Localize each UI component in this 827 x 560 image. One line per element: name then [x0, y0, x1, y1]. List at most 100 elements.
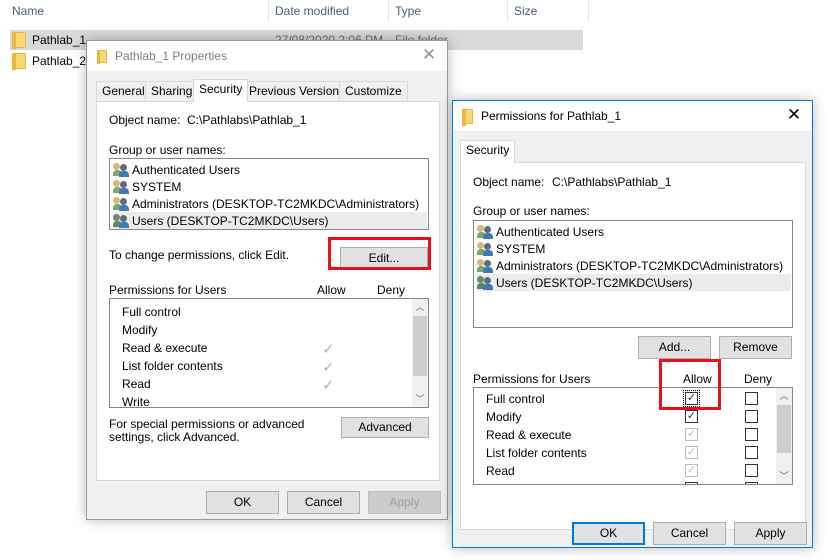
properties-titlebar[interactable]: Pathlab_1 Properties ✕ [87, 41, 447, 71]
advanced-hint: For special permissions or advanced sett… [109, 417, 305, 444]
scroll-up-icon[interactable]: ︿ [412, 299, 428, 315]
users-icon [477, 224, 493, 239]
deny-checkbox-read-execute[interactable] [745, 428, 758, 441]
folder-icon [12, 53, 26, 70]
remove-button[interactable]: Remove [719, 336, 792, 359]
user-item[interactable]: SYSTEM [113, 178, 181, 195]
users-icon [113, 162, 129, 177]
highlight-allow-full-control [659, 359, 721, 410]
add-button[interactable]: Add... [638, 336, 711, 359]
permissions-scrollbar[interactable]: ︿ ﹀ [776, 388, 792, 484]
column-size[interactable]: Size [514, 4, 537, 18]
column-type[interactable]: Type [395, 4, 421, 18]
permissions-for-label: Permissions for Users [109, 283, 227, 297]
folder-icon [462, 108, 473, 126]
user-name: Users (DESKTOP-TC2MKDC\Users) [496, 275, 693, 290]
folder-icon [97, 49, 107, 64]
column-divider[interactable] [507, 0, 508, 22]
deny-checkbox-read[interactable] [745, 464, 758, 477]
user-item-selected[interactable]: Users (DESKTOP-TC2MKDC\Users) [477, 274, 791, 291]
permission-row: List folder contents [486, 446, 587, 460]
ok-button[interactable]: OK [572, 522, 645, 545]
tab-security[interactable]: Security [193, 79, 249, 102]
close-icon[interactable]: ✕ [786, 106, 802, 123]
tab-previous-versions[interactable]: Previous Versions [243, 81, 352, 102]
properties-dialog: Pathlab_1 Properties ✕ General Sharing S… [86, 40, 448, 520]
allow-checkbox-modify[interactable]: ✓ [685, 410, 698, 423]
users-icon [113, 196, 129, 211]
user-name: SYSTEM [496, 241, 546, 256]
user-item[interactable]: Administrators (DESKTOP-TC2MKDC\Administ… [477, 257, 783, 274]
apply-button[interactable]: Apply [368, 491, 441, 514]
allow-check-icon: ✓ [322, 377, 335, 394]
user-name: Administrators (DESKTOP-TC2MKDC\Administ… [132, 196, 420, 211]
permissions-scrollbar[interactable]: ︿ ﹀ [412, 299, 428, 407]
user-name: Authenticated Users [132, 162, 241, 177]
users-icon [477, 241, 493, 256]
permission-row: Full control [122, 305, 181, 319]
scroll-thumb[interactable] [777, 405, 791, 453]
apply-button[interactable]: Apply [734, 522, 807, 545]
explorer-column-header: Name Date modified Type Size [0, 0, 600, 26]
permission-row: Read & execute [122, 341, 208, 355]
column-divider[interactable] [588, 0, 589, 22]
object-name-value: C:\Pathlabs\Pathlab_1 [552, 175, 672, 189]
security-panel: Object name: C:\Pathlabs\Pathlab_1 Group… [96, 101, 440, 481]
permissions-dialog: Permissions for Pathlab_1 ✕ Security Obj… [452, 100, 813, 548]
file-name: Pathlab_1 [32, 33, 87, 47]
allow-checkbox-write[interactable] [685, 482, 698, 484]
users-icon [477, 258, 493, 273]
scroll-thumb[interactable] [413, 316, 427, 376]
user-list[interactable]: Authenticated Users SYSTEM Administrator… [109, 158, 429, 230]
tab-general[interactable]: General [96, 81, 151, 102]
group-names-label: Group or user names: [473, 204, 590, 218]
permissions-list: Full control Modify Read & execute List … [473, 387, 793, 485]
close-icon[interactable]: ✕ [421, 46, 437, 63]
scroll-down-icon[interactable]: ﹀ [412, 391, 428, 407]
permission-row: Full control [486, 392, 545, 406]
user-item[interactable]: SYSTEM [477, 240, 545, 257]
column-name[interactable]: Name [12, 4, 44, 18]
permissions-titlebar[interactable]: Permissions for Pathlab_1 ✕ [453, 101, 812, 131]
folder-icon [12, 32, 26, 49]
scroll-up-icon[interactable]: ︿ [776, 388, 792, 404]
deny-checkbox-modify[interactable] [745, 410, 758, 423]
user-name: Authenticated Users [496, 224, 605, 239]
security-panel: Object name: C:\Pathlabs\Pathlab_1 Group… [460, 162, 806, 530]
tab-sharing[interactable]: Sharing [145, 81, 199, 102]
user-item-selected[interactable]: Users (DESKTOP-TC2MKDC\Users) [113, 212, 427, 229]
dialog-title: Pathlab_1 Properties [115, 49, 228, 63]
permission-row: List folder contents [122, 359, 223, 373]
user-name: SYSTEM [132, 179, 182, 194]
tab-customize[interactable]: Customize [339, 81, 408, 102]
permissions-list: Full control Modify Read & execute List … [109, 298, 429, 409]
user-item[interactable]: Authenticated Users [113, 161, 240, 178]
column-divider[interactable] [268, 0, 269, 22]
allow-checkbox-read[interactable]: ✓ [685, 464, 698, 477]
scroll-down-icon[interactable]: ﹀ [776, 468, 792, 484]
deny-checkbox-write[interactable] [745, 482, 758, 484]
object-name-label: Object name: [109, 113, 181, 127]
file-name: Pathlab_2 [32, 54, 87, 68]
advanced-button[interactable]: Advanced [341, 417, 429, 438]
deny-checkbox-list-folder[interactable] [745, 446, 758, 459]
tab-security[interactable]: Security [460, 140, 516, 163]
user-list[interactable]: Authenticated Users SYSTEM Administrator… [473, 220, 793, 328]
cancel-button[interactable]: Cancel [653, 522, 726, 545]
user-item[interactable]: Administrators (DESKTOP-TC2MKDC\Administ… [113, 195, 419, 212]
column-divider[interactable] [388, 0, 389, 22]
deny-header: Deny [377, 283, 406, 297]
deny-checkbox-full-control[interactable] [745, 392, 758, 405]
allow-checkbox-read-execute[interactable]: ✓ [685, 428, 698, 441]
file-row-pathlab-2[interactable]: Pathlab_2 [12, 51, 86, 71]
allow-checkbox-list-folder[interactable]: ✓ [685, 446, 698, 459]
ok-button[interactable]: OK [206, 491, 279, 514]
user-item[interactable]: Authenticated Users [477, 223, 604, 240]
dialog-title: Permissions for Pathlab_1 [481, 109, 622, 123]
users-icon [113, 179, 129, 194]
users-icon [477, 275, 493, 290]
allow-check-icon: ✓ [322, 341, 335, 358]
cancel-button[interactable]: Cancel [287, 491, 360, 514]
user-name: Administrators (DESKTOP-TC2MKDC\Administ… [496, 258, 784, 273]
column-date-modified[interactable]: Date modified [275, 4, 349, 18]
